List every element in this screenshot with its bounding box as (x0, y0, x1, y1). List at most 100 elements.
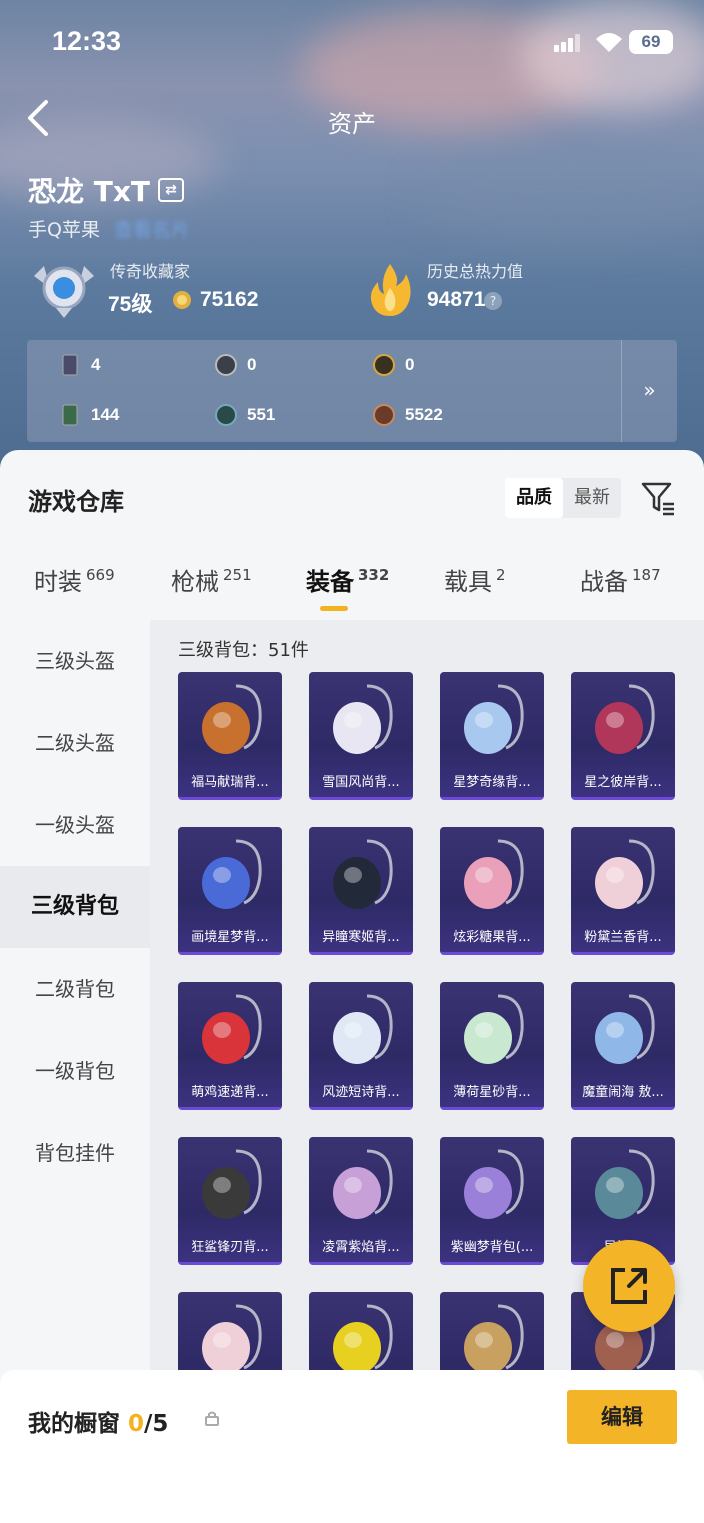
backpack-icon (333, 839, 393, 909)
collector-label: 传奇收藏家 (110, 262, 191, 281)
item-card[interactable]: 紫幽梦背包(... (440, 1137, 544, 1265)
item-name: 萌鸡速递背... (191, 1085, 269, 1100)
item-card[interactable]: 异瞳寒姬背... (309, 827, 413, 955)
item-name: 粉黛兰香背... (584, 930, 662, 945)
item-name: 炫彩糖果背... (453, 930, 531, 945)
stat-green-orb: 551 (215, 404, 275, 426)
status-time: 12:33 (52, 26, 122, 56)
sidebar-item-backpack-3[interactable]: 三级背包 (0, 866, 150, 948)
bronze-orb-icon (373, 404, 395, 426)
sidebar-item-helmet-3[interactable]: 三级头盔 (0, 620, 150, 702)
gold-medal-icon (373, 354, 395, 376)
sidebar-item-pendant[interactable]: 背包挂件 (0, 1112, 150, 1194)
chevron-right-double-icon[interactable]: » (621, 340, 677, 442)
backpack-icon (464, 1304, 524, 1370)
sidebar-item-backpack-2[interactable]: 二级背包 (0, 948, 150, 1030)
item-card[interactable]: 星梦奇缘背... (440, 672, 544, 800)
username-text: 恐龙 TxT (28, 175, 151, 208)
stat-card: 4 (59, 354, 100, 376)
collector-level: 75级 (108, 293, 153, 316)
item-card[interactable]: 雪国风尚背... (309, 672, 413, 800)
item-card[interactable]: 星之彼岸背... (571, 672, 675, 800)
sidebar-item-helmet-2[interactable]: 二级头盔 (0, 702, 150, 784)
platform-link[interactable]: 查看名片 (114, 219, 190, 241)
edit-button[interactable]: 编辑 (567, 1390, 677, 1444)
item-name: 魔童闹海 敖... (582, 1085, 664, 1100)
heat-value: 94871 (427, 288, 486, 311)
tab-equipment[interactable]: 装备 332 (306, 562, 389, 597)
status-bar: 12:33 69 (0, 0, 704, 84)
platform-line: 手Q苹果 查看名片 (28, 215, 190, 242)
item-card[interactable]: 魔童闹海 敖... (571, 982, 675, 1110)
item-card[interactable]: 画境星梦背... (178, 827, 282, 955)
showcase-title: 我的橱窗 0/5 (28, 1411, 169, 1437)
backpack-icon (595, 839, 655, 909)
item-card[interactable]: 狂鲨锋刃背... (178, 1137, 282, 1265)
platform-text: 手Q苹果 (28, 219, 100, 241)
item-card[interactable]: 炫彩糖果背... (440, 827, 544, 955)
item-card[interactable]: 萌鸡速递背... (178, 982, 282, 1110)
stat-gold-medal: 0 (373, 354, 414, 376)
filter-icon[interactable] (640, 480, 676, 516)
item-name: 雪国风尚背... (322, 775, 400, 790)
coin-count: 75162 (200, 288, 259, 311)
item-card[interactable]: 凌霄紫焰背... (309, 1137, 413, 1265)
backpack-icon (333, 994, 393, 1064)
tab-combat[interactable]: 战备 187 (580, 562, 661, 597)
item-card[interactable]: 福马献瑞背... (178, 672, 282, 800)
tab-vehicles[interactable]: 载具 2 (444, 562, 506, 597)
backpack-icon (333, 684, 393, 754)
stats-panel: 4 0 0 144 551 5522 » (27, 340, 677, 442)
item-card[interactable] (309, 1292, 413, 1370)
switch-account-icon[interactable]: ⇄ (158, 178, 185, 202)
tab-underline (320, 606, 348, 611)
stat-green-card: 144 (59, 404, 119, 426)
tab-guns[interactable]: 枪械 251 (171, 562, 252, 597)
tab-fashion[interactable]: 时装 669 (34, 562, 115, 597)
sidebar-item-helmet-1[interactable]: 一级头盔 (0, 784, 150, 866)
item-name: 异瞳寒姬背... (322, 930, 400, 945)
green-orb-icon (215, 404, 237, 426)
backpack-icon (464, 1149, 524, 1219)
help-icon[interactable]: ? (484, 292, 502, 310)
share-button[interactable] (583, 1240, 675, 1332)
item-card[interactable] (440, 1292, 544, 1370)
item-card[interactable]: 粉黛兰香背... (571, 827, 675, 955)
item-name: 画境星梦背... (191, 930, 269, 945)
green-card-icon (62, 404, 78, 426)
signal-icon (554, 34, 580, 52)
heat-label: 历史总热力值 (427, 262, 524, 281)
backpack-icon (595, 1149, 655, 1219)
sidebar-item-backpack-1[interactable]: 一级背包 (0, 1030, 150, 1112)
item-name: 紫幽梦背包(... (450, 1240, 534, 1255)
item-card[interactable]: 薄荷星砂背... (440, 982, 544, 1110)
stat-silver-medal: 0 (215, 354, 256, 376)
silver-medal-icon (215, 354, 237, 376)
showcase-bar: 我的橱窗 0/5 编辑 (0, 1370, 704, 1523)
item-name: 福马献瑞背... (191, 775, 269, 790)
item-card[interactable]: 风迹短诗背... (309, 982, 413, 1110)
item-name: 凌霄紫焰背... (322, 1240, 400, 1255)
lock-icon (205, 1411, 219, 1426)
backpack-icon (202, 684, 262, 754)
collector-badge-icon (34, 266, 94, 318)
item-card[interactable] (178, 1292, 282, 1370)
page-title: 资产 (328, 110, 376, 138)
subcategory-sidebar: 三级头盔 二级头盔 一级头盔 三级背包 二级背包 一级背包 背包挂件 (0, 620, 150, 1380)
battery-icon: 69 (629, 30, 673, 54)
backpack-icon (202, 839, 262, 909)
backpack-icon (595, 994, 655, 1064)
backpack-icon (464, 994, 524, 1064)
warehouse-title: 游戏仓库 (28, 488, 124, 516)
flame-icon (370, 264, 411, 316)
warehouse-panel: 游戏仓库 品质 最新 时装 669 枪械 251 装备 332 载具 2 战备 187 三… (0, 450, 704, 1523)
sort-toggle: 品质 最新 (505, 478, 621, 518)
card-icon (62, 354, 78, 376)
item-count: 三级背包：51件 (178, 640, 309, 661)
sort-latest[interactable]: 最新 (563, 478, 621, 518)
stat-bronze-orb: 5522 (373, 404, 443, 426)
username: 恐龙 TxT ⇄ (28, 170, 185, 210)
sort-quality[interactable]: 品质 (505, 478, 563, 518)
item-name: 星梦奇缘背... (453, 775, 531, 790)
share-icon (611, 1268, 647, 1304)
